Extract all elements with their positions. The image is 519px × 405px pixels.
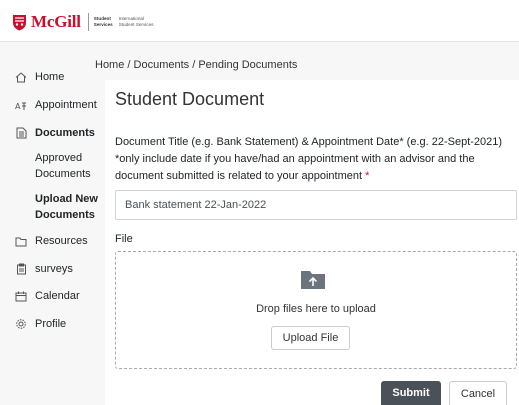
sidebar-item-label: Documents <box>35 127 95 139</box>
crest-icon <box>13 14 26 30</box>
cancel-button[interactable]: Cancel <box>449 381 507 405</box>
sidebar-item-resources[interactable]: Resources <box>0 233 105 249</box>
sidebar-item-documents[interactable]: Documents <box>0 125 105 141</box>
home-icon <box>14 71 28 83</box>
sidebar-item-label: Home <box>35 71 65 83</box>
folder-icon <box>14 236 28 247</box>
calendar-icon <box>14 291 28 302</box>
top-bar: McGill Student Services International Stud… <box>0 0 519 42</box>
logo-subtitle-international: International Student Services <box>118 16 154 27</box>
brand-name: McGill <box>31 12 81 31</box>
sidebar-item-home[interactable]: Home <box>0 69 105 85</box>
upload-folder-icon <box>301 271 325 289</box>
gear-icon <box>14 318 28 330</box>
sidebar-item-calendar[interactable]: Calendar <box>0 288 105 304</box>
sidebar-subitem-upload-new-documents[interactable]: Upload New Documents <box>35 191 105 223</box>
sidebar-item-label: Calendar <box>35 290 80 302</box>
clipboard-icon <box>14 263 28 275</box>
file-label: File <box>115 233 133 245</box>
logo-subtitle-student-services: Student Services <box>93 16 113 27</box>
appointment-icon: A <box>14 100 28 111</box>
sidebar-subitem-approved-documents[interactable]: Approved Documents <box>35 150 105 182</box>
sidebar-item-label: Appointment <box>35 99 97 111</box>
sidebar-item-surveys[interactable]: surveys <box>0 261 105 277</box>
svg-text:A: A <box>15 102 21 111</box>
mcgill-logo[interactable]: McGill Student Services International Stud… <box>12 12 153 32</box>
upload-file-button[interactable]: Upload File <box>271 326 350 350</box>
drop-files-text: Drop files here to upload <box>256 303 376 315</box>
required-mark: * <box>365 170 370 182</box>
submit-button[interactable]: Submit <box>381 381 441 405</box>
document-title-label: Document Title (e.g. Bank Statement) & A… <box>115 136 503 182</box>
sidebar-item-profile[interactable]: Profile <box>0 316 105 332</box>
breadcrumb[interactable]: Home / Documents / Pending Documents <box>95 59 297 71</box>
sidebar-item-label: surveys <box>35 263 73 275</box>
page-title: Student Document <box>115 89 265 109</box>
sidebar-item-label: Profile <box>35 318 67 330</box>
logo-divider <box>87 13 89 31</box>
sidebar-item-label: Resources <box>35 235 88 247</box>
document-title-input[interactable] <box>115 190 517 220</box>
sidebar-item-appointment[interactable]: A Appointment <box>0 97 105 113</box>
document-icon <box>14 127 28 139</box>
